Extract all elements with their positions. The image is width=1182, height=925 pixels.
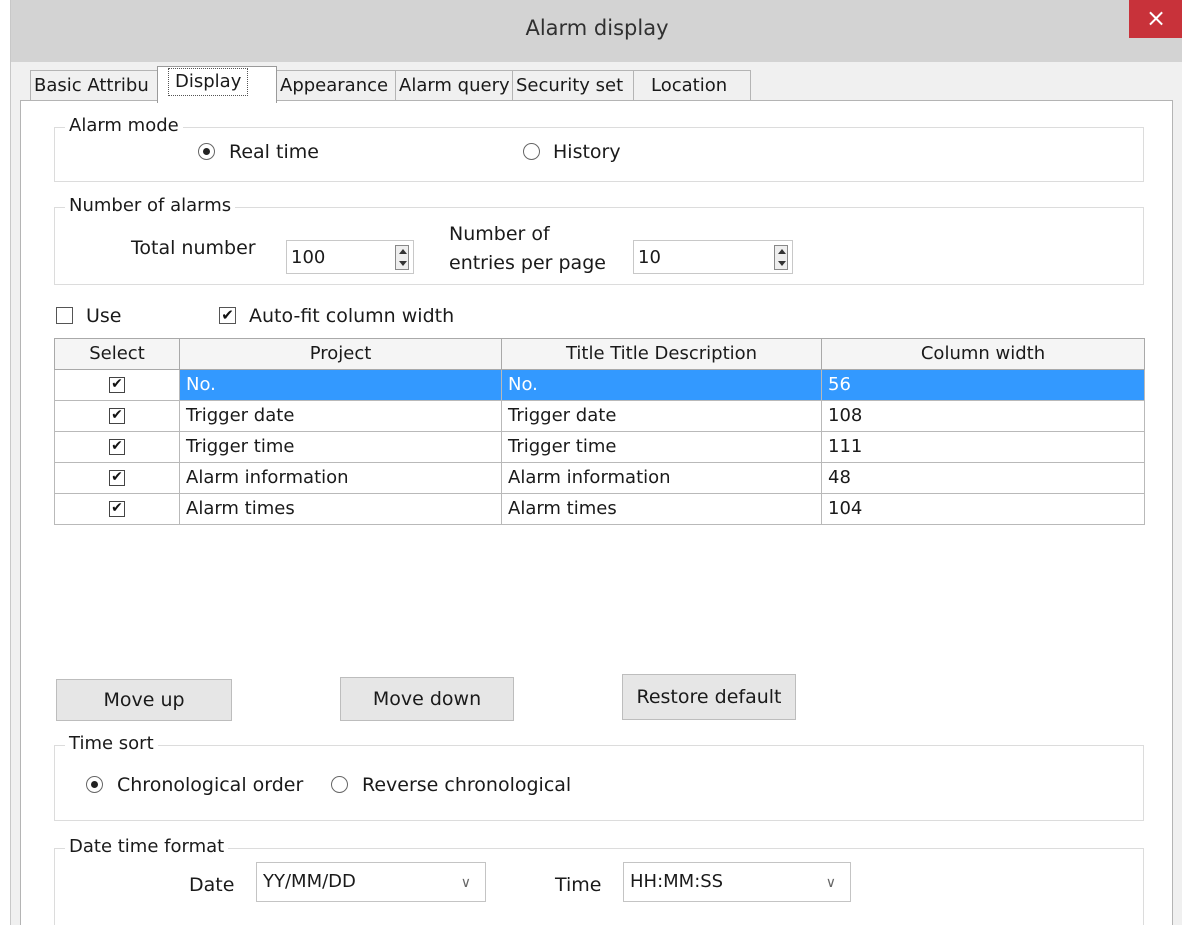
header-column-width[interactable]: Column width: [821, 338, 1145, 370]
entries-per-page-value: 10: [638, 247, 661, 268]
table-header-row: Select Project Title Title Description C…: [54, 338, 1145, 370]
history-label: History: [553, 141, 621, 163]
table-row[interactable]: ✔ Alarm times Alarm times 104: [54, 493, 1145, 525]
title-cell[interactable]: No.: [501, 369, 822, 401]
chevron-down-icon[interactable]: ∨: [826, 872, 836, 894]
width-cell[interactable]: 104: [821, 493, 1145, 525]
title-cell[interactable]: Alarm times: [501, 493, 822, 525]
date-format-value: YY/MM/DD: [263, 871, 356, 892]
number-of-alarms-legend: Number of alarms: [65, 194, 236, 218]
tab-label: Basic Attribu: [34, 75, 149, 96]
title-cell[interactable]: Trigger date: [501, 400, 822, 432]
autofit-checkbox[interactable]: ✔: [219, 307, 236, 324]
time-label: Time: [555, 874, 602, 896]
real-time-label: Real time: [229, 141, 319, 163]
project-cell[interactable]: Trigger date: [179, 400, 502, 432]
tab-label: Appearance: [280, 75, 389, 96]
title-cell[interactable]: Alarm information: [501, 462, 822, 494]
time-format-select[interactable]: HH:MM:SS ∨: [623, 862, 851, 902]
close-button[interactable]: ×: [1129, 0, 1182, 38]
reverse-chronological-label: Reverse chronological: [362, 774, 572, 796]
table-row[interactable]: ✔ Trigger time Trigger time 111: [54, 431, 1145, 463]
tab-label: Alarm query: [399, 75, 510, 96]
per-page-label-line2: entries per page: [449, 252, 606, 274]
alarm-mode-legend: Alarm mode: [65, 114, 183, 138]
project-cell[interactable]: Alarm times: [179, 493, 502, 525]
total-number-stepper[interactable]: 100: [286, 240, 414, 274]
project-cell[interactable]: Alarm information: [179, 462, 502, 494]
row-checkbox[interactable]: ✔: [109, 470, 125, 486]
spin-arrows-icon[interactable]: [395, 245, 409, 270]
tab-security-set[interactable]: Security set: [512, 70, 634, 101]
move-down-button[interactable]: Move down: [340, 677, 514, 721]
row-checkbox[interactable]: ✔: [109, 408, 125, 424]
row-checkbox[interactable]: ✔: [109, 439, 125, 455]
tab-label: Display: [168, 68, 249, 96]
tab-basic-attributes[interactable]: Basic Attribu: [30, 70, 158, 101]
table-row[interactable]: ✔ No. No. 56: [54, 369, 1145, 401]
time-format-value: HH:MM:SS: [630, 871, 724, 892]
spin-arrows-icon[interactable]: [774, 245, 788, 270]
header-select[interactable]: Select: [54, 338, 180, 370]
width-cell[interactable]: 56: [821, 369, 1145, 401]
date-label: Date: [189, 874, 235, 896]
reverse-chronological-radio[interactable]: [331, 776, 348, 793]
select-cell[interactable]: ✔: [54, 462, 180, 494]
use-label: Use: [86, 305, 122, 327]
time-sort-legend: Time sort: [65, 732, 158, 756]
entries-per-page-stepper[interactable]: 10: [633, 240, 793, 274]
columns-table: Select Project Title Title Description C…: [54, 338, 1145, 525]
tab-display[interactable]: Display: [157, 66, 277, 103]
select-cell[interactable]: ✔: [54, 369, 180, 401]
project-cell[interactable]: No.: [179, 369, 502, 401]
width-cell[interactable]: 48: [821, 462, 1145, 494]
autofit-label: Auto-fit column width: [249, 305, 455, 327]
width-cell[interactable]: 108: [821, 400, 1145, 432]
tab-appearance[interactable]: Appearance: [276, 70, 396, 101]
history-radio[interactable]: [523, 143, 540, 160]
total-number-label: Total number: [131, 237, 256, 259]
chevron-down-icon[interactable]: ∨: [461, 872, 471, 894]
width-cell[interactable]: 111: [821, 431, 1145, 463]
real-time-radio[interactable]: [198, 143, 215, 160]
title-bar: Alarm display ×: [11, 0, 1182, 62]
header-title-description[interactable]: Title Title Description: [501, 338, 822, 370]
row-checkbox[interactable]: ✔: [109, 377, 125, 393]
window-title: Alarm display: [525, 16, 669, 40]
chronological-radio[interactable]: [86, 776, 103, 793]
date-time-format-legend: Date time format: [65, 835, 229, 859]
restore-default-button[interactable]: Restore default: [622, 674, 796, 720]
tab-label: Security set: [516, 75, 624, 96]
total-number-value: 100: [291, 247, 326, 268]
date-format-select[interactable]: YY/MM/DD ∨: [256, 862, 486, 902]
table-row[interactable]: ✔ Trigger date Trigger date 108: [54, 400, 1145, 432]
select-cell[interactable]: ✔: [54, 431, 180, 463]
title-cell[interactable]: Trigger time: [501, 431, 822, 463]
tab-label: Location: [651, 75, 728, 96]
use-checkbox[interactable]: [56, 307, 73, 324]
project-cell[interactable]: Trigger time: [179, 431, 502, 463]
tab-alarm-query[interactable]: Alarm query: [395, 70, 513, 101]
row-checkbox[interactable]: ✔: [109, 501, 125, 517]
tab-location[interactable]: Location: [633, 70, 751, 101]
move-up-button[interactable]: Move up: [56, 679, 232, 721]
header-project[interactable]: Project: [179, 338, 502, 370]
select-cell[interactable]: ✔: [54, 493, 180, 525]
per-page-label-line1: Number of: [449, 223, 550, 245]
chronological-label: Chronological order: [117, 774, 304, 796]
table-row[interactable]: ✔ Alarm information Alarm information 48: [54, 462, 1145, 494]
select-cell[interactable]: ✔: [54, 400, 180, 432]
